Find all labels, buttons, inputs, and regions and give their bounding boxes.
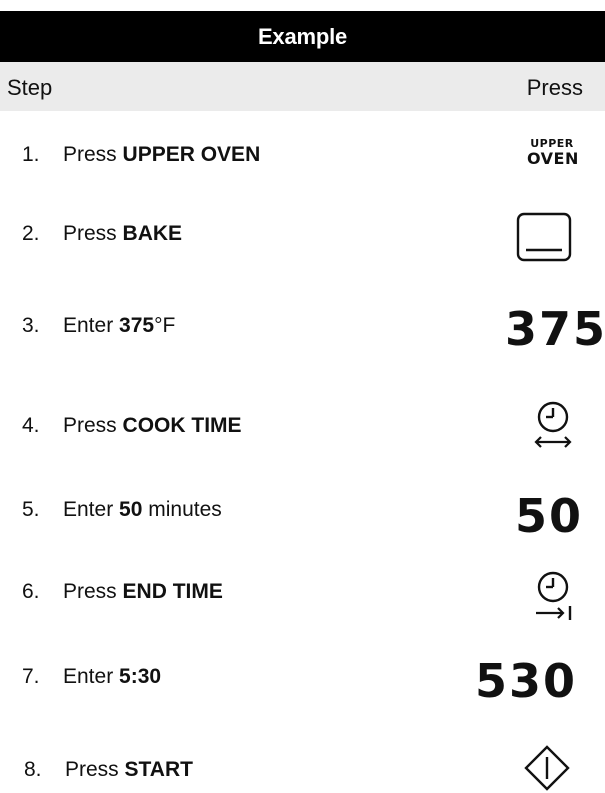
cook-time-icon: [534, 401, 572, 448]
step-7-text: 7. Enter 5:30: [22, 665, 161, 689]
step-verb: Press: [63, 580, 117, 603]
step-number: 3.: [22, 314, 40, 337]
step-4-text: 4. Press COOK TIME: [22, 414, 242, 438]
start-icon: [524, 745, 570, 791]
step-number: 2.: [22, 222, 40, 245]
step-key: COOK TIME: [122, 414, 242, 437]
step-verb: Enter: [63, 498, 114, 521]
step-number: 4.: [22, 414, 40, 437]
step-5-text: 5. Enter 50 minutes: [22, 498, 222, 522]
step-key: 5:30: [119, 665, 162, 688]
step-1-text: 1. Press UPPER OVEN: [22, 143, 260, 167]
column-header-step: Step: [7, 75, 53, 100]
step-key: 375: [119, 314, 155, 337]
step-number: 7.: [22, 665, 40, 688]
end-time-icon: [536, 571, 572, 620]
step-2-text: 2. Press BAKE: [22, 222, 182, 246]
step-3-text: 3. Enter 375 °F: [22, 314, 175, 338]
step-verb: Enter: [63, 314, 114, 337]
step-number: 5.: [22, 498, 40, 521]
bake-icon: [516, 212, 572, 262]
page-title: Example: [257, 23, 348, 49]
step-verb: Press: [63, 143, 117, 166]
step-key: 50: [119, 498, 143, 521]
step-number: 6.: [22, 580, 40, 603]
temperature-display: 375: [504, 302, 605, 356]
step-unit: minutes: [148, 498, 222, 521]
column-header-press: Press: [526, 75, 583, 100]
upper-oven-key-bottom: OVEN: [527, 149, 579, 169]
step-key: END TIME: [122, 580, 223, 603]
step-key: UPPER OVEN: [122, 143, 261, 166]
column-header-row: Step Press: [0, 62, 605, 111]
upper-oven-key-label: UPPER OVEN: [527, 137, 579, 169]
step-verb: Enter: [63, 665, 114, 688]
step-number: 8.: [24, 758, 42, 781]
step-8-text: 8. Press START: [24, 758, 193, 782]
cook-minutes-display: 50: [514, 489, 583, 543]
step-key: BAKE: [122, 222, 183, 245]
step-verb: Press: [63, 414, 117, 437]
header-bar: Example: [0, 11, 605, 62]
step-unit: °F: [154, 314, 176, 337]
step-number: 1.: [22, 143, 40, 166]
step-6-text: 6. Press END TIME: [22, 580, 223, 604]
step-verb: Press: [63, 222, 117, 245]
end-time-display: 530: [474, 654, 577, 708]
step-verb: Press: [65, 758, 119, 781]
step-key: START: [124, 758, 193, 781]
